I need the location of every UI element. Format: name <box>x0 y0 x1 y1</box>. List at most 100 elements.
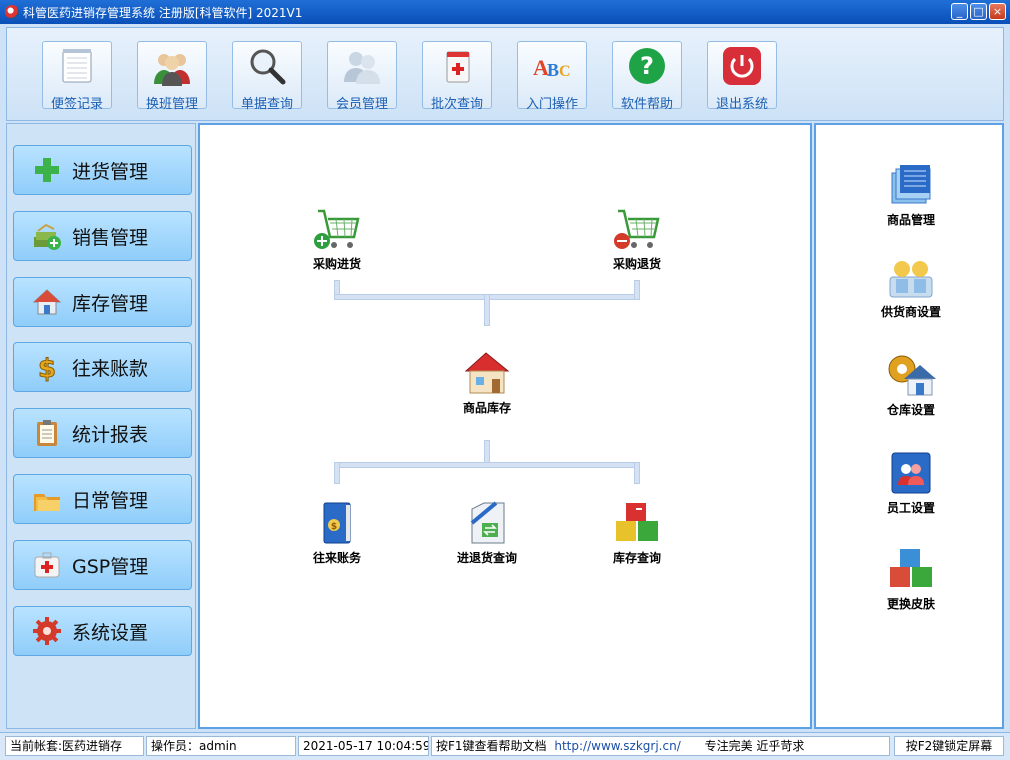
toolbar-getting-started-button[interactable]: ABC 入门操作 <box>517 41 587 112</box>
right-item-supplier[interactable]: 供货商设置 <box>866 253 956 320</box>
dollar-icon: $ <box>32 352 62 385</box>
status-help: 按F1键查看帮助文档 http://www.szkgrj.cn/ 专注完美 近乎… <box>431 736 890 756</box>
flow-inventory[interactable]: 商品库存 <box>442 349 532 416</box>
sidebar-item-label: 进货管理 <box>72 160 149 183</box>
sidebar-item-gsp[interactable]: GSP管理 <box>13 540 192 590</box>
sidebar-item-label: 库存管理 <box>72 292 149 315</box>
toolbar-help-button[interactable]: ? 软件帮助 <box>612 41 682 112</box>
toolbar-batch-query-button[interactable]: 批次查询 <box>422 41 492 112</box>
right-item-skin[interactable]: 更换皮肤 <box>866 545 956 612</box>
toolbar-label: 入门操作 <box>525 97 578 112</box>
toolbar-label: 便签记录 <box>50 97 103 112</box>
sidebar-item-reports[interactable]: 统计报表 <box>13 408 192 458</box>
app-icon <box>5 5 19 19</box>
svg-text:B: B <box>547 60 559 80</box>
svg-text:$: $ <box>331 522 337 532</box>
sidebar-item-label: 系统设置 <box>72 621 149 644</box>
medkit-icon <box>32 550 62 580</box>
sidebar-item-purchase[interactable]: 进货管理 <box>13 145 192 195</box>
svg-text:C: C <box>559 63 571 80</box>
node-label: 库存查询 <box>612 551 661 565</box>
sidebar-item-label: GSP管理 <box>72 555 149 578</box>
power-icon <box>722 46 762 86</box>
cubes-icon <box>886 545 936 593</box>
minimize-button[interactable]: _ <box>951 3 968 20</box>
sidebar-item-inventory[interactable]: 库存管理 <box>13 277 192 327</box>
svg-text:?: ? <box>640 52 654 80</box>
right-item-product[interactable]: 商品管理 <box>866 161 956 228</box>
toolbar-shift-button[interactable]: 换班管理 <box>137 41 207 112</box>
node-label: 进退货查询 <box>456 551 517 565</box>
toolbar-label: 换班管理 <box>145 97 198 112</box>
connector-line <box>334 462 340 484</box>
sidebar-item-daily[interactable]: 日常管理 <box>13 474 192 524</box>
users-group-icon <box>152 46 192 86</box>
members-icon <box>342 46 382 86</box>
node-label: 采购退货 <box>612 257 661 271</box>
right-item-staff[interactable]: 员工设置 <box>866 449 956 516</box>
connector-line <box>634 462 640 484</box>
right-item-warehouse[interactable]: 仓库设置 <box>866 351 956 418</box>
toolbar-label: 单据查询 <box>240 97 293 112</box>
right-item-label: 仓库设置 <box>886 403 935 417</box>
node-label: 商品库存 <box>462 401 511 415</box>
flow-accounts[interactable]: $ 往来账务 <box>292 499 382 566</box>
plus-icon <box>32 155 62 185</box>
main-window: 科管医药进销存管理系统 注册版[科管软件] 2021V1 _ □ × 便签记录 … <box>0 0 1010 760</box>
ledger-book-icon: $ <box>312 499 362 547</box>
flow-stock-query[interactable]: 库存查询 <box>592 499 682 566</box>
flow-in-return-query[interactable]: 进退货查询 <box>442 499 532 566</box>
house-icon <box>462 349 512 397</box>
notepad-icon <box>57 46 97 86</box>
clipboard-icon <box>32 418 62 448</box>
window-controls: _ □ × <box>951 3 1006 20</box>
toolbar-doc-query-button[interactable]: 单据查询 <box>232 41 302 112</box>
boxes-icon <box>612 499 662 547</box>
documents-stack-icon <box>886 161 936 209</box>
toolbar-label: 批次查询 <box>430 97 483 112</box>
abc-icon: ABC <box>532 46 572 86</box>
status-account: 当前帐套:医药进销存 <box>5 736 144 756</box>
toolbar-member-button[interactable]: 会员管理 <box>327 41 397 112</box>
gear-icon <box>32 616 62 646</box>
sidebar-item-sales[interactable]: 销售管理 <box>13 211 192 261</box>
workflow-canvas: 采购进货 采购退货 商品库存 $ 往来账务 进退货查询 库存查询 <box>198 123 812 729</box>
sidebar-item-label: 统计报表 <box>72 423 149 446</box>
staff-card-icon <box>886 449 936 497</box>
connector-line <box>334 462 640 468</box>
node-label: 往来账务 <box>312 551 361 565</box>
warehouse-gear-icon <box>886 351 936 399</box>
help-hint: 按F1键查看帮助文档 <box>436 739 547 753</box>
medicine-box-icon <box>437 46 477 86</box>
close-button[interactable]: × <box>989 3 1006 20</box>
title-bar: 科管医药进销存管理系统 注册版[科管软件] 2021V1 _ □ × <box>0 0 1010 24</box>
sidebar-item-label: 日常管理 <box>72 489 149 512</box>
folders-icon <box>32 484 62 514</box>
toolbar-exit-button[interactable]: 退出系统 <box>707 41 777 112</box>
toolbar-label: 会员管理 <box>335 97 388 112</box>
money-stack-icon <box>32 221 62 251</box>
sidebar-item-settings[interactable]: 系统设置 <box>13 606 192 656</box>
flow-purchase-return[interactable]: 采购退货 <box>592 205 682 272</box>
window-title: 科管医药进销存管理系统 注册版[科管软件] 2021V1 <box>23 5 303 20</box>
magnifier-icon <box>247 46 287 86</box>
maximize-button[interactable]: □ <box>970 3 987 20</box>
sidebar-item-accounts[interactable]: $ 往来账款 <box>13 342 192 392</box>
toolbar-label: 软件帮助 <box>620 97 673 112</box>
status-lock[interactable]: 按F2键锁定屏幕 <box>894 736 1004 756</box>
toolbar-label: 退出系统 <box>715 97 768 112</box>
status-operator: 操作员：admin <box>146 736 296 756</box>
flow-purchase-in[interactable]: 采购进货 <box>292 205 382 272</box>
connector-line <box>634 280 640 300</box>
sidebar-item-label: 销售管理 <box>72 226 149 249</box>
toolbar-notes-button[interactable]: 便签记录 <box>42 41 112 112</box>
sidebar-item-label: 往来账款 <box>72 357 149 380</box>
svg-text:$: $ <box>38 354 56 382</box>
document-exchange-icon <box>462 499 512 547</box>
house-icon <box>32 287 62 317</box>
sidebar: 进货管理 销售管理 库存管理 $ 往来账款 统计报表 日常管理 GSP管理 系统 <box>6 123 196 729</box>
website-link[interactable]: http://www.szkgrj.cn/ <box>554 739 680 753</box>
status-bar: 当前帐套:医药进销存 操作员：admin 2021-05-17 10:04:59… <box>0 732 1010 760</box>
status-datetime: 2021-05-17 10:04:59 <box>298 736 429 756</box>
help-icon: ? <box>627 46 667 86</box>
